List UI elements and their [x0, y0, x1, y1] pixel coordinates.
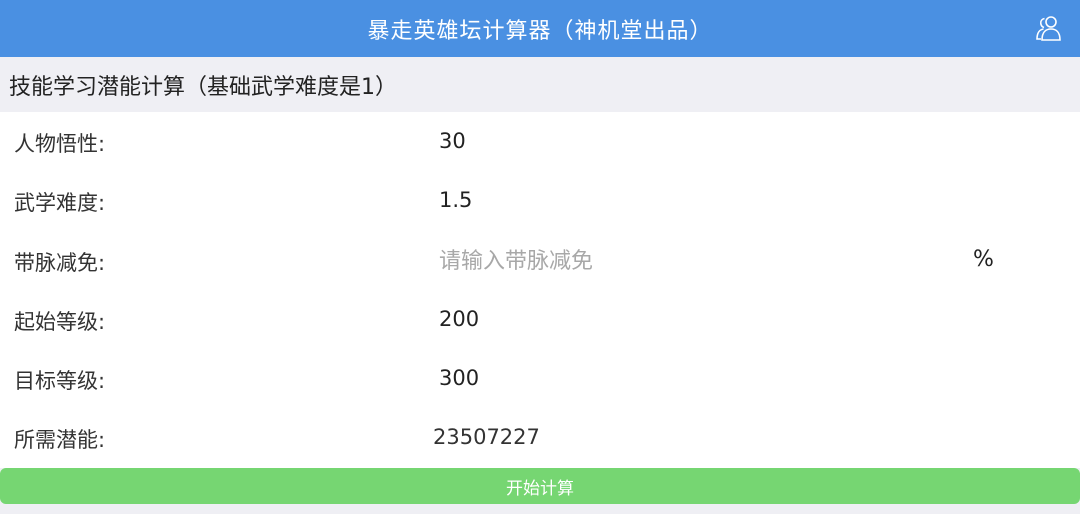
percent-unit: %: [973, 247, 994, 272]
section-header: 技能学习潜能计算（基础武学难度是1）: [0, 57, 1080, 112]
target-level-label: 目标等级:: [14, 369, 106, 393]
difficulty-input[interactable]: 1.5: [439, 188, 472, 212]
start-level-label: 起始等级:: [14, 310, 106, 334]
reduction-input[interactable]: [439, 243, 959, 279]
difficulty-label: 武学难度:: [14, 191, 106, 215]
required-potential-label: 所需潜能:: [14, 428, 106, 452]
app-header: 暴走英雄坛计算器（神机堂出品）: [0, 0, 1080, 57]
row-difficulty: 武学难度: 1.5: [0, 171, 1080, 230]
row-target-level: 目标等级: 300: [0, 349, 1080, 408]
calculator-form: 人物悟性: 30 武学难度: 1.5 带脉减免: % 起始等级: 200 目标等…: [0, 112, 1080, 468]
section-title: 技能学习潜能计算（基础武学难度是1）: [9, 74, 397, 100]
calculate-button[interactable]: 开始计算: [0, 468, 1080, 504]
reduction-label: 带脉减免:: [14, 251, 106, 275]
comprehension-label: 人物悟性:: [14, 132, 106, 156]
row-start-level: 起始等级: 200: [0, 290, 1080, 349]
target-level-input[interactable]: 300: [439, 366, 479, 390]
required-potential-value: 23507227: [433, 425, 540, 449]
comprehension-input[interactable]: 30: [439, 129, 466, 153]
row-required-potential: 所需潜能: 23507227: [0, 408, 1080, 467]
row-comprehension: 人物悟性: 30: [0, 112, 1080, 171]
app-title: 暴走英雄坛计算器（神机堂出品）: [367, 18, 713, 44]
row-reduction: 带脉减免: %: [0, 231, 1080, 290]
user-group-icon[interactable]: [1034, 13, 1064, 43]
start-level-input[interactable]: 200: [439, 307, 479, 331]
